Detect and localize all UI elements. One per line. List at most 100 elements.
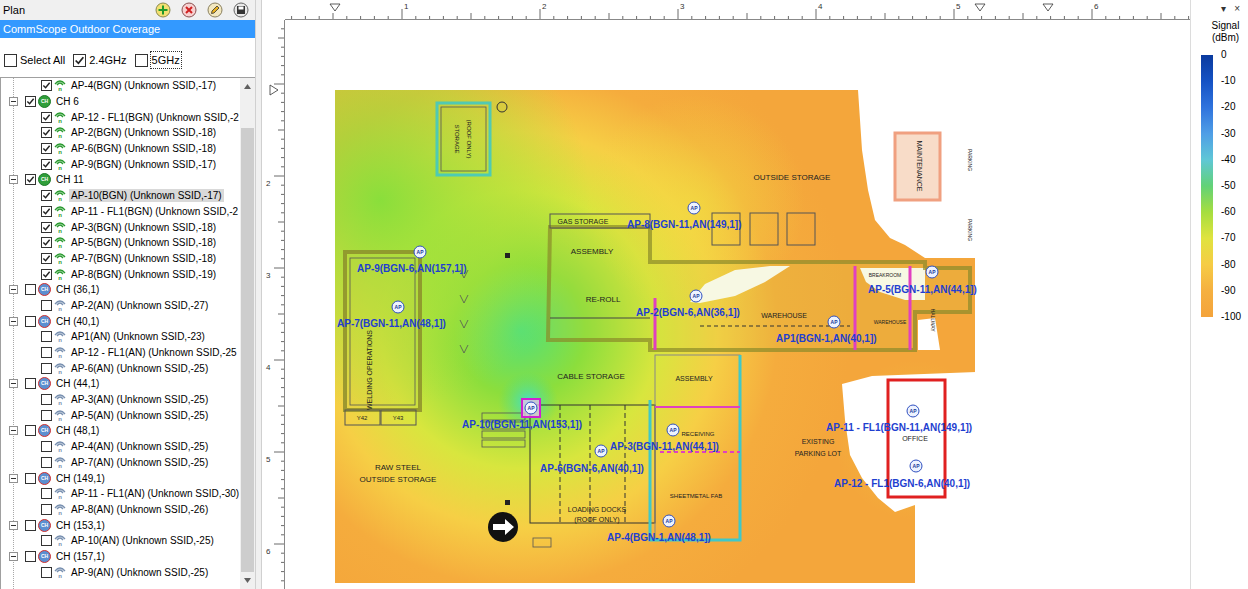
channel-group[interactable]: CHCH (149,1) <box>1 470 240 486</box>
access-point-item[interactable]: nAP-6(BGN) (Unknown SSID,-18) <box>1 141 240 157</box>
checkbox[interactable] <box>41 143 52 154</box>
checkbox[interactable] <box>25 520 36 531</box>
tree-scrollbar[interactable] <box>240 78 255 589</box>
add-icon[interactable] <box>155 2 171 18</box>
access-point-item[interactable]: nAP-10(AN) (Unknown SSID,-25) <box>1 533 240 549</box>
access-point-label[interactable]: AP-9(BGN-6,AN(157,1]) <box>357 263 466 274</box>
expander-icon[interactable] <box>9 97 18 106</box>
checkbox[interactable] <box>41 237 52 248</box>
checkbox[interactable] <box>25 551 36 562</box>
ruler-marker-icon[interactable] <box>975 4 985 11</box>
access-point-item[interactable]: nAP-12 - FL1(AN) (Unknown SSID,-25 <box>1 345 240 361</box>
channel-group[interactable]: CHCH (48,1) <box>1 423 240 439</box>
access-point-pin[interactable]: AP <box>828 316 840 328</box>
checkbox[interactable] <box>41 331 52 342</box>
checkbox[interactable] <box>41 567 52 578</box>
access-point-label[interactable]: AP-4(BGN-1,AN(48,1]) <box>607 532 711 543</box>
access-point-pin[interactable]: AP <box>926 266 938 278</box>
access-point-item[interactable]: nAP-11 - FL1(AN) (Unknown SSID,-30) <box>1 486 240 502</box>
checkbox[interactable] <box>25 425 36 436</box>
access-point-pin[interactable]: AP <box>910 460 922 472</box>
access-point-item[interactable]: nAP-6(AN) (Unknown SSID,-25) <box>1 360 240 376</box>
access-point-item[interactable]: nAP-3(AN) (Unknown SSID,-25) <box>1 392 240 408</box>
access-point-item[interactable]: nAP-2(AN) (Unknown SSID,-27) <box>1 298 240 314</box>
checkbox[interactable] <box>41 190 52 201</box>
access-point-pin[interactable]: AP <box>414 246 426 258</box>
channel-group[interactable]: CHCH (36,1) <box>1 282 240 298</box>
expander-icon[interactable] <box>9 552 18 561</box>
access-point-item[interactable]: nAP-2(BGN) (Unknown SSID,-18) <box>1 125 240 141</box>
access-point-item[interactable]: nAP-10(BGN) (Unknown SSID,-17) <box>1 188 240 204</box>
access-point-item[interactable]: nAP-4(AN) (Unknown SSID,-25) <box>1 439 240 455</box>
access-point-label[interactable]: AP-11 - FL1(BGN-11,AN(149,1]) <box>826 422 972 433</box>
checkbox[interactable] <box>41 269 52 280</box>
expander-icon[interactable] <box>9 379 18 388</box>
access-point-pin[interactable]: AP <box>688 202 700 214</box>
band-filter[interactable]: 2.4GHz <box>73 52 126 69</box>
checkbox[interactable] <box>41 300 52 311</box>
access-point-label[interactable]: AP-7(BGN-11,AN(48,1]) <box>337 318 446 329</box>
checkbox[interactable] <box>25 378 36 389</box>
checkbox[interactable] <box>41 347 52 358</box>
access-point-pin[interactable]: AP <box>522 399 540 417</box>
access-point-pin[interactable]: AP <box>663 515 675 527</box>
access-point-label[interactable]: AP-10(BGN-11,AN(153,1]) <box>462 419 582 430</box>
access-point-item[interactable]: nAP-3(BGN) (Unknown SSID,-18) <box>1 219 240 235</box>
checkbox[interactable] <box>25 473 36 484</box>
coverage-map[interactable]: 12345623456 <box>262 0 1190 589</box>
scroll-up-icon[interactable] <box>240 78 255 95</box>
access-point-label[interactable]: AP-2(BGN-6,AN(36,1]) <box>636 307 740 318</box>
checkbox[interactable] <box>41 441 52 452</box>
channel-group[interactable]: CHCH (40,1) <box>1 313 240 329</box>
access-point-label[interactable]: AP1(BGN-1,AN(40,1]) <box>776 333 877 344</box>
dropdown-icon[interactable]: ▾ <box>1221 1 1226 18</box>
access-point-label[interactable]: AP-3(BGN-11,AN(44,1]) <box>610 441 719 452</box>
access-point-item[interactable]: nAP-9(AN) (Unknown SSID,-25) <box>1 564 240 580</box>
access-point-pin[interactable]: AP <box>667 424 679 436</box>
checkbox[interactable] <box>41 363 52 374</box>
checkbox[interactable] <box>41 112 52 123</box>
band-filter[interactable]: Select All <box>4 52 65 69</box>
expander-icon[interactable] <box>9 426 18 435</box>
checkbox[interactable] <box>4 54 17 67</box>
checkbox[interactable] <box>41 80 52 91</box>
access-point-item[interactable]: nAP-11 - FL1(BGN) (Unknown SSID,-2 <box>1 204 240 220</box>
checkbox[interactable] <box>41 159 52 170</box>
channel-group[interactable]: CHCH (157,1) <box>1 549 240 565</box>
access-point-pin[interactable]: AP <box>907 405 919 417</box>
band-filter[interactable]: 5GHz <box>135 52 181 69</box>
access-point-pin[interactable]: AP <box>690 290 702 302</box>
expander-icon[interactable] <box>9 175 18 184</box>
save-icon[interactable] <box>233 2 249 18</box>
checkbox[interactable] <box>73 54 86 67</box>
ruler-marker-icon[interactable] <box>330 4 340 11</box>
checkbox[interactable] <box>41 127 52 138</box>
access-point-item[interactable]: nAP-5(BGN) (Unknown SSID,-18) <box>1 235 240 251</box>
access-point-label[interactable]: AP-12 - FL1(BGN-6,AN(40,1]) <box>834 478 970 489</box>
checkbox[interactable] <box>41 504 52 515</box>
access-point-item[interactable]: nAP1(AN) (Unknown SSID,-23) <box>1 329 240 345</box>
plan-item[interactable]: CommScope Outdoor Coverage <box>0 20 260 38</box>
access-point-item[interactable]: nAP-7(BGN) (Unknown SSID,-18) <box>1 251 240 267</box>
delete-icon[interactable] <box>181 2 197 18</box>
checkbox[interactable] <box>41 394 52 405</box>
channel-group[interactable]: CHCH 11 <box>1 172 240 188</box>
splitter[interactable] <box>255 0 262 589</box>
expander-icon[interactable] <box>9 285 18 294</box>
checkbox[interactable] <box>25 96 36 107</box>
access-point-pin[interactable]: AP <box>595 445 607 457</box>
checkbox[interactable] <box>25 284 36 295</box>
access-point-item[interactable]: nAP-8(BGN) (Unknown SSID,-19) <box>1 266 240 282</box>
access-point-item[interactable]: nAP-12 - FL1(BGN) (Unknown SSID,-2 <box>1 109 240 125</box>
close-icon[interactable]: × <box>1234 1 1240 18</box>
checkbox[interactable] <box>41 457 52 468</box>
scroll-thumb[interactable] <box>241 128 254 572</box>
checkbox[interactable] <box>41 410 52 421</box>
expander-icon[interactable] <box>9 474 18 483</box>
access-point-pin[interactable]: AP <box>392 301 404 313</box>
expander-icon[interactable] <box>9 317 18 326</box>
expander-icon[interactable] <box>9 521 18 530</box>
access-point-label[interactable]: AP-8(BGN-11,AN(149,1]) <box>627 219 741 230</box>
scroll-down-icon[interactable] <box>240 572 255 589</box>
channel-group[interactable]: CHCH (153,1) <box>1 517 240 533</box>
